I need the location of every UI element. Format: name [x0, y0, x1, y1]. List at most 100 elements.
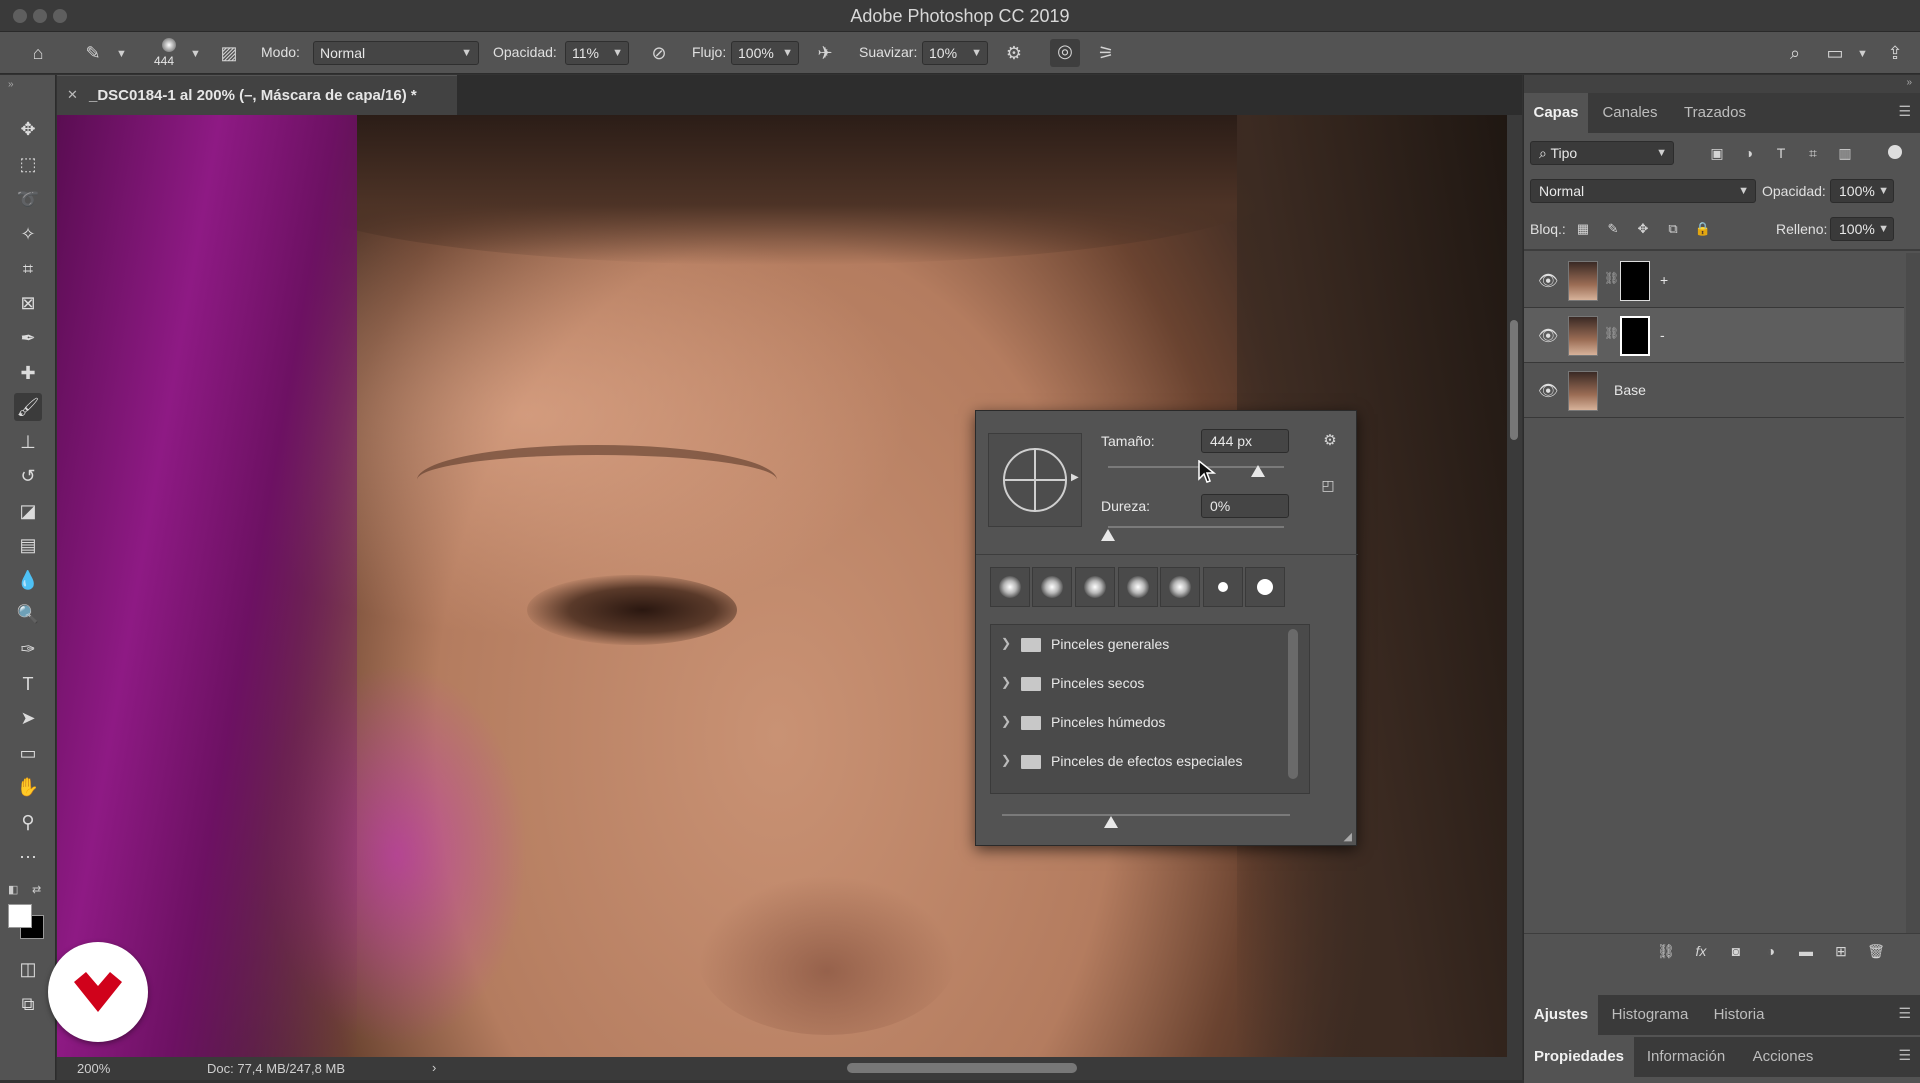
brush-settings-panel-icon[interactable]: ▨: [216, 41, 242, 65]
size-field[interactable]: 444 px: [1201, 429, 1289, 453]
panel-menu-icon[interactable]: ☰: [1898, 1005, 1911, 1022]
recent-brush-preset[interactable]: [1203, 567, 1243, 607]
horizontal-scroll-thumb[interactable]: [847, 1063, 1077, 1073]
flow-field[interactable]: 100% ▼: [731, 41, 799, 65]
tool-preset-chevron-icon[interactable]: ▼: [116, 48, 127, 60]
history-brush-tool-icon[interactable]: ↺: [14, 462, 42, 490]
vertical-scrollbar[interactable]: [1507, 115, 1522, 1057]
zoom-level[interactable]: 200%: [77, 1061, 110, 1076]
mode-select[interactable]: Normal ▼: [313, 41, 479, 65]
search-icon[interactable]: ⌕: [1782, 41, 1808, 65]
default-colors-icon[interactable]: ◧: [8, 883, 18, 896]
tab-layers[interactable]: Capas: [1524, 93, 1588, 133]
visibility-eye-icon[interactable]: 👁: [1538, 326, 1558, 346]
new-group-icon[interactable]: ▬: [1794, 939, 1818, 963]
tab-paths[interactable]: Trazados: [1672, 93, 1758, 133]
workspace-chevron-icon[interactable]: ▼: [1857, 48, 1868, 60]
lock-transparency-icon[interactable]: ▦: [1573, 217, 1593, 241]
new-preset-icon[interactable]: ◰: [1316, 473, 1340, 497]
tab-history[interactable]: Historia: [1702, 995, 1776, 1035]
tab-info[interactable]: Información: [1636, 1037, 1736, 1077]
layer-style-fx-icon[interactable]: fx: [1689, 939, 1713, 963]
chevron-right-icon[interactable]: ❯: [1001, 714, 1011, 728]
recent-brush-preset[interactable]: [1160, 567, 1200, 607]
preview-size-slider[interactable]: [1002, 814, 1290, 816]
folder-list-scrollbar[interactable]: [1288, 629, 1298, 779]
hardness-slider[interactable]: [1108, 526, 1284, 528]
recent-brush-preset[interactable]: [1245, 567, 1285, 607]
layer-row[interactable]: 👁 ⛓ +: [1524, 253, 1904, 308]
list-item[interactable]: ❯ Pinceles húmedos: [991, 703, 1281, 742]
type-tool-icon[interactable]: T: [14, 670, 42, 698]
vertical-scroll-thumb[interactable]: [1510, 320, 1518, 440]
list-item[interactable]: ❯ Pinceles de efectos especiales: [991, 742, 1281, 781]
chevron-down-icon[interactable]: ▼: [971, 42, 982, 64]
add-mask-icon[interactable]: ◙: [1724, 939, 1748, 963]
new-layer-icon[interactable]: ⊞: [1829, 939, 1853, 963]
gear-icon[interactable]: ⚙: [1001, 41, 1027, 65]
size-slider-knob[interactable]: [1250, 465, 1265, 477]
layer-thumbnail[interactable]: [1568, 261, 1598, 301]
adjustment-layer-icon[interactable]: ◑: [1759, 939, 1783, 963]
filter-smart-object-icon[interactable]: ▥: [1834, 141, 1856, 165]
lasso-tool-icon[interactable]: ➰: [14, 185, 42, 213]
lock-artboard-icon[interactable]: ⧉: [1663, 217, 1683, 241]
frame-tool-icon[interactable]: ⊠: [14, 289, 42, 317]
move-tool-icon[interactable]: ✥: [14, 115, 42, 143]
tab-histogram[interactable]: Histograma: [1600, 995, 1700, 1035]
marquee-tool-icon[interactable]: ⬚: [14, 150, 42, 178]
zoom-tool-icon[interactable]: ⚲: [14, 808, 42, 836]
preview-size-slider-knob[interactable]: [1104, 816, 1118, 828]
layer-thumbnail[interactable]: [1568, 316, 1598, 356]
close-tab-icon[interactable]: ✕: [67, 87, 78, 103]
rectangle-tool-icon[interactable]: ▭: [14, 739, 42, 767]
chevron-right-icon[interactable]: ❯: [1001, 675, 1011, 689]
brush-tip-preview[interactable]: ▶: [988, 433, 1082, 527]
filter-pixel-icon[interactable]: ▣: [1706, 141, 1728, 165]
filter-type-icon[interactable]: T: [1770, 141, 1792, 165]
layer-row[interactable]: 👁 Base: [1524, 363, 1904, 418]
brush-preset-picker[interactable]: 444: [152, 36, 186, 70]
layer-name[interactable]: -: [1660, 327, 1665, 343]
symmetry-icon[interactable]: ⚞: [1093, 41, 1119, 65]
foreground-color-swatch[interactable]: [8, 904, 32, 928]
lock-position-icon[interactable]: ✥: [1633, 217, 1653, 241]
resize-grip-icon[interactable]: ◢: [1344, 830, 1352, 843]
recent-brush-preset[interactable]: [1032, 567, 1072, 607]
clone-stamp-tool-icon[interactable]: ⊥: [14, 428, 42, 456]
layer-thumbnail[interactable]: [1568, 371, 1598, 411]
hand-tool-icon[interactable]: ✋: [14, 773, 42, 801]
gear-icon[interactable]: ⚙: [1316, 429, 1344, 453]
pen-tool-icon[interactable]: ✑: [14, 635, 42, 663]
chevron-right-icon[interactable]: ❯: [1001, 636, 1011, 650]
filter-toggle-icon[interactable]: [1888, 145, 1902, 159]
share-icon[interactable]: ⇪: [1882, 41, 1908, 65]
layer-mask-thumbnail[interactable]: [1620, 261, 1650, 301]
mask-link-icon[interactable]: ⛓: [1604, 271, 1619, 285]
collapse-panel-icon[interactable]: »: [8, 79, 14, 90]
collapse-dock-icon[interactable]: »: [1906, 77, 1912, 88]
layer-name[interactable]: Base: [1614, 382, 1646, 398]
blend-mode-select[interactable]: Normal ▼: [1530, 179, 1756, 203]
eraser-tool-icon[interactable]: ◪: [14, 497, 42, 525]
filter-shape-icon[interactable]: ⌗: [1802, 141, 1824, 165]
eyedropper-tool-icon[interactable]: ✒: [14, 324, 42, 352]
path-selection-tool-icon[interactable]: ➤: [14, 704, 42, 732]
brush-preset-chevron-icon[interactable]: ▼: [190, 48, 201, 60]
mask-link-icon[interactable]: ⛓: [1604, 326, 1619, 340]
filter-adjustment-icon[interactable]: ◑: [1738, 141, 1760, 165]
brush-tool-icon[interactable]: 🖌: [14, 393, 42, 421]
tab-properties[interactable]: Propiedades: [1524, 1037, 1634, 1077]
filter-kind-select[interactable]: ⌕ Tipo ▼: [1530, 141, 1674, 165]
lock-all-icon[interactable]: 🔒: [1693, 217, 1713, 241]
opacity-field[interactable]: 11% ▼: [565, 41, 629, 65]
brush-tool-icon[interactable]: ✎: [80, 41, 106, 65]
healing-brush-tool-icon[interactable]: ✚: [14, 359, 42, 387]
layer-name[interactable]: +: [1660, 272, 1668, 288]
pressure-opacity-icon[interactable]: ⊘: [646, 41, 672, 65]
layers-scrollbar[interactable]: [1906, 253, 1920, 933]
blur-tool-icon[interactable]: 💧: [14, 566, 42, 594]
chevron-right-icon[interactable]: ❯: [1001, 753, 1011, 767]
link-layers-icon[interactable]: ⛓: [1654, 939, 1678, 963]
tab-channels[interactable]: Canales: [1590, 93, 1670, 133]
